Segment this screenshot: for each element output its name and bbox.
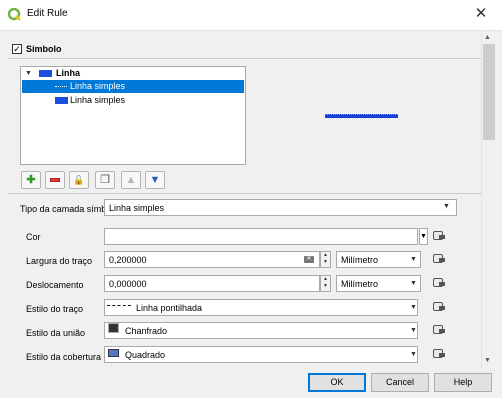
chevron-down-icon[interactable]: ▼ (443, 203, 450, 210)
duplicate-icon: ❐ (100, 174, 110, 186)
offset-unit-select[interactable]: Milímetro (336, 275, 421, 292)
lock-layer-button[interactable]: 🔓 (69, 171, 89, 189)
symbol-layer-tree[interactable]: ▼ Linha Linha simples Linha simples (20, 66, 246, 165)
spin-down-icon[interactable]: ▼ (323, 259, 328, 265)
data-defined-override-icon[interactable] (432, 347, 446, 361)
tree-selected-label: Linha simples (70, 81, 126, 91)
data-defined-override-icon[interactable] (432, 276, 446, 290)
spin-up-icon[interactable]: ▲ (323, 276, 328, 282)
color-button[interactable] (104, 228, 418, 245)
spin-up-icon[interactable]: ▲ (323, 252, 328, 258)
ok-button[interactable]: OK (308, 373, 366, 392)
scroll-down-icon[interactable]: ▼ (484, 357, 491, 364)
stroke-width-unit-value: Milímetro (341, 255, 379, 265)
tree-second-label: Linha simples (70, 95, 126, 105)
arrow-up-icon: ▲ (125, 174, 137, 186)
chevron-down-icon[interactable]: ▼ (410, 280, 417, 287)
color-dropdown-arrow[interactable]: ▼ (419, 228, 428, 245)
minus-icon (50, 178, 60, 182)
join-style-select[interactable]: Chanfrado (104, 322, 418, 339)
offset-label: Deslocamento (26, 280, 84, 290)
stroke-width-label: Largura do traço (26, 256, 93, 266)
lock-icon: 🔓 (73, 175, 85, 185)
square-cap-icon (108, 349, 119, 357)
stroke-style-label: Estilo do traço (26, 304, 84, 314)
stroke-style-select[interactable]: Linha pontilhada (104, 299, 418, 316)
close-button[interactable]: ✕ (468, 4, 494, 24)
clear-icon[interactable]: ✕ (304, 256, 314, 263)
plus-icon: ✚ (26, 174, 36, 186)
cap-style-select[interactable]: Quadrado (104, 346, 418, 363)
symbol-preview (325, 114, 398, 118)
symbol-checkbox[interactable]: ✓ (12, 44, 22, 54)
symbol-group-label: Símbolo (26, 44, 62, 54)
panel-divider (8, 193, 482, 194)
stroke-width-unit-select[interactable]: Milímetro (336, 251, 421, 268)
layer-type-value: Linha simples (109, 203, 165, 213)
duplicate-layer-button[interactable]: ❐ (95, 171, 115, 189)
join-style-label: Estilo da união (26, 328, 86, 338)
remove-layer-button[interactable] (45, 171, 65, 189)
window-title: Edit Rule (27, 8, 68, 19)
chevron-down-icon[interactable]: ▼ (410, 327, 417, 334)
arrow-down-icon: ▼ (149, 174, 161, 186)
help-button[interactable]: Help (434, 373, 492, 392)
dotted-line-icon (55, 86, 67, 87)
tree-item-selected[interactable]: Linha simples (22, 80, 244, 93)
offset-spinner[interactable]: ▲ ▼ (320, 275, 331, 292)
chevron-down-icon[interactable]: ▼ (410, 256, 417, 263)
join-style-value: Chanfrado (125, 326, 168, 336)
dashed-line-icon (107, 305, 131, 306)
group-divider (8, 58, 482, 59)
cap-style-value: Quadrado (125, 350, 166, 360)
add-layer-button[interactable]: ✚ (21, 171, 41, 189)
scroll-up-icon[interactable]: ▲ (484, 34, 491, 41)
chevron-down-icon[interactable]: ▼ (410, 304, 417, 311)
spin-down-icon[interactable]: ▼ (323, 283, 328, 289)
data-defined-override-icon[interactable] (432, 252, 446, 266)
expand-arrow-icon[interactable]: ▼ (25, 70, 32, 77)
layer-type-select[interactable]: Linha simples (104, 199, 457, 216)
data-defined-override-icon[interactable] (432, 323, 446, 337)
qgis-logo-icon (8, 8, 21, 21)
color-label: Cor (26, 232, 41, 242)
title-bar (0, 0, 502, 30)
cap-style-label: Estilo da cobertura (26, 352, 102, 362)
chevron-down-icon[interactable]: ▼ (410, 351, 417, 358)
tree-item-root[interactable]: ▼ Linha (22, 67, 244, 80)
tree-item-simple-line[interactable]: Linha simples (22, 94, 244, 107)
offset-input[interactable]: 0,000000 (104, 275, 320, 292)
stroke-style-value: Linha pontilhada (136, 303, 203, 313)
tree-root-label: Linha (56, 68, 80, 78)
stroke-width-input[interactable]: 0,200000 (104, 251, 320, 268)
cancel-button[interactable]: Cancel (371, 373, 429, 392)
line-symbol-icon (39, 70, 52, 77)
move-down-button[interactable]: ▼ (145, 171, 165, 189)
move-up-button[interactable]: ▲ (121, 171, 141, 189)
scrollbar-thumb[interactable] (483, 44, 495, 140)
bevel-join-icon (108, 323, 119, 333)
data-defined-override-icon[interactable] (432, 229, 446, 243)
stroke-width-spinner[interactable]: ▲ ▼ (320, 251, 331, 268)
offset-unit-value: Milímetro (341, 279, 379, 289)
simple-line-icon (55, 97, 68, 104)
data-defined-override-icon[interactable] (432, 300, 446, 314)
